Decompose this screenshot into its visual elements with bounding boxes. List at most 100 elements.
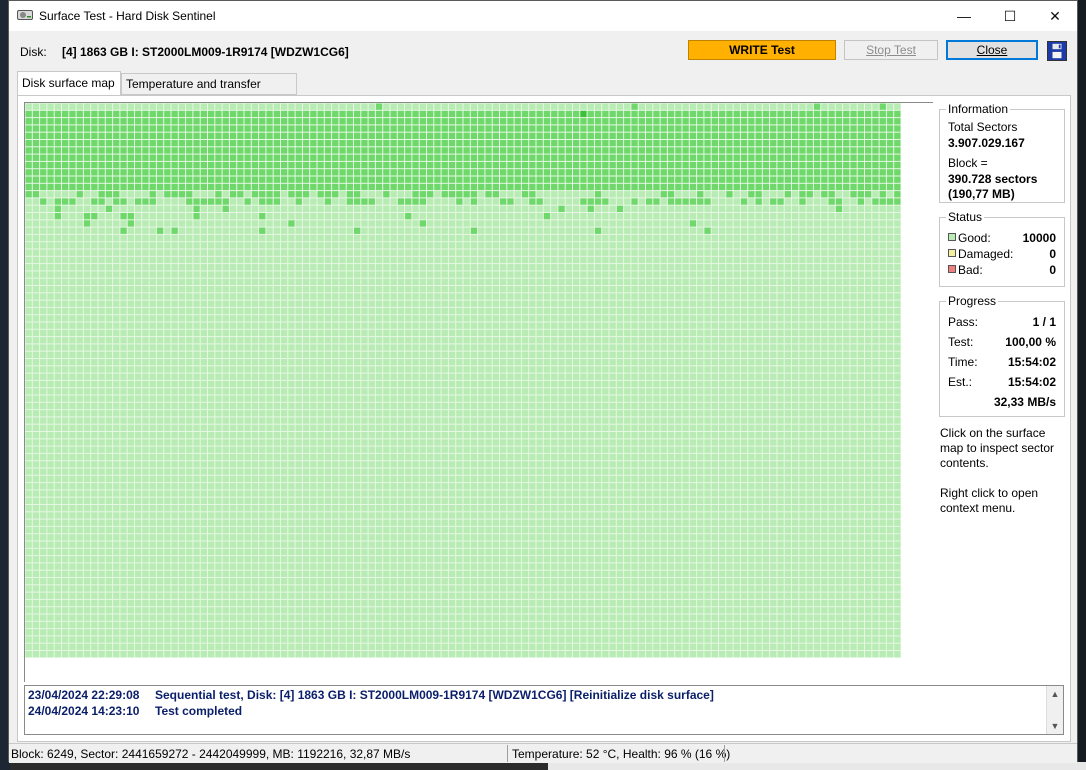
surface-block[interactable]: [383, 169, 390, 176]
surface-block[interactable]: [390, 293, 397, 300]
surface-block[interactable]: [54, 227, 61, 234]
surface-block[interactable]: [178, 402, 186, 410]
surface-block[interactable]: [251, 242, 259, 249]
surface-block[interactable]: [405, 125, 412, 132]
surface-block[interactable]: [777, 286, 784, 293]
surface-block[interactable]: [354, 271, 361, 278]
surface-block[interactable]: [478, 380, 485, 388]
surface-block[interactable]: [726, 140, 733, 147]
surface-block[interactable]: [784, 380, 791, 388]
surface-block[interactable]: [69, 191, 76, 198]
surface-block[interactable]: [886, 140, 894, 147]
surface-block[interactable]: [594, 278, 602, 285]
surface-block[interactable]: [726, 366, 733, 373]
surface-block[interactable]: [770, 380, 777, 388]
surface-block[interactable]: [697, 213, 704, 220]
surface-block[interactable]: [551, 271, 558, 278]
surface-block[interactable]: [135, 183, 142, 191]
surface-block[interactable]: [850, 359, 857, 366]
surface-block[interactable]: [317, 191, 324, 198]
surface-block[interactable]: [135, 140, 142, 147]
surface-block[interactable]: [536, 205, 543, 212]
surface-block[interactable]: [419, 344, 426, 351]
surface-block[interactable]: [76, 322, 83, 329]
surface-block[interactable]: [135, 249, 142, 256]
surface-block[interactable]: [697, 256, 704, 264]
surface-block[interactable]: [222, 322, 229, 329]
surface-block[interactable]: [682, 118, 689, 125]
surface-block[interactable]: [879, 132, 886, 139]
surface-block[interactable]: [83, 169, 91, 176]
surface-block[interactable]: [558, 264, 565, 271]
surface-block[interactable]: [368, 395, 375, 402]
surface-block[interactable]: [149, 264, 156, 271]
surface-block[interactable]: [704, 191, 711, 198]
surface-block[interactable]: [624, 227, 631, 234]
surface-block[interactable]: [127, 278, 134, 285]
surface-block[interactable]: [755, 271, 762, 278]
surface-block[interactable]: [821, 249, 828, 256]
surface-block[interactable]: [456, 249, 463, 256]
surface-block[interactable]: [886, 315, 894, 322]
surface-block[interactable]: [886, 227, 894, 234]
surface-block[interactable]: [229, 337, 237, 344]
surface-block[interactable]: [25, 329, 32, 337]
surface-block[interactable]: [186, 118, 193, 125]
surface-block[interactable]: [346, 351, 353, 358]
surface-block[interactable]: [660, 103, 667, 110]
surface-block[interactable]: [573, 176, 580, 183]
surface-block[interactable]: [543, 227, 551, 234]
surface-block[interactable]: [156, 183, 164, 191]
surface-block[interactable]: [244, 300, 251, 307]
surface-block[interactable]: [259, 366, 266, 373]
surface-block[interactable]: [704, 198, 711, 205]
surface-block[interactable]: [434, 110, 441, 118]
surface-block[interactable]: [792, 118, 799, 125]
surface-block[interactable]: [872, 118, 879, 125]
surface-block[interactable]: [69, 351, 76, 358]
surface-block[interactable]: [62, 118, 69, 125]
surface-block[interactable]: [405, 220, 412, 227]
surface-block[interactable]: [171, 402, 178, 410]
surface-block[interactable]: [310, 359, 317, 366]
surface-block[interactable]: [441, 118, 448, 125]
surface-block[interactable]: [302, 380, 310, 388]
surface-block[interactable]: [25, 315, 32, 322]
surface-block[interactable]: [558, 110, 565, 118]
surface-block[interactable]: [288, 359, 295, 366]
surface-block[interactable]: [222, 329, 229, 337]
surface-block[interactable]: [427, 169, 434, 176]
surface-block[interactable]: [361, 366, 368, 373]
surface-block[interactable]: [755, 380, 762, 388]
surface-block[interactable]: [361, 380, 368, 388]
surface-block[interactable]: [120, 249, 127, 256]
surface-block[interactable]: [755, 307, 762, 315]
surface-block[interactable]: [529, 161, 536, 169]
surface-block[interactable]: [222, 286, 229, 293]
surface-block[interactable]: [142, 337, 149, 344]
surface-block[interactable]: [288, 161, 295, 169]
surface-block[interactable]: [62, 300, 69, 307]
surface-block[interactable]: [156, 249, 164, 256]
surface-block[interactable]: [91, 213, 98, 220]
surface-block[interactable]: [427, 140, 434, 147]
surface-block[interactable]: [653, 322, 660, 329]
surface-block[interactable]: [697, 286, 704, 293]
surface-block[interactable]: [551, 293, 558, 300]
surface-block[interactable]: [40, 132, 47, 139]
surface-block[interactable]: [500, 132, 507, 139]
surface-block[interactable]: [857, 264, 864, 271]
surface-block[interactable]: [178, 286, 186, 293]
surface-block[interactable]: [69, 220, 76, 227]
surface-block[interactable]: [770, 344, 777, 351]
surface-block[interactable]: [251, 110, 259, 118]
surface-block[interactable]: [704, 249, 711, 256]
surface-block[interactable]: [135, 307, 142, 315]
surface-block[interactable]: [653, 147, 660, 154]
surface-block[interactable]: [594, 140, 602, 147]
surface-block[interactable]: [792, 249, 799, 256]
surface-block[interactable]: [843, 388, 850, 395]
surface-block[interactable]: [733, 337, 740, 344]
surface-block[interactable]: [113, 388, 120, 395]
surface-block[interactable]: [142, 402, 149, 410]
